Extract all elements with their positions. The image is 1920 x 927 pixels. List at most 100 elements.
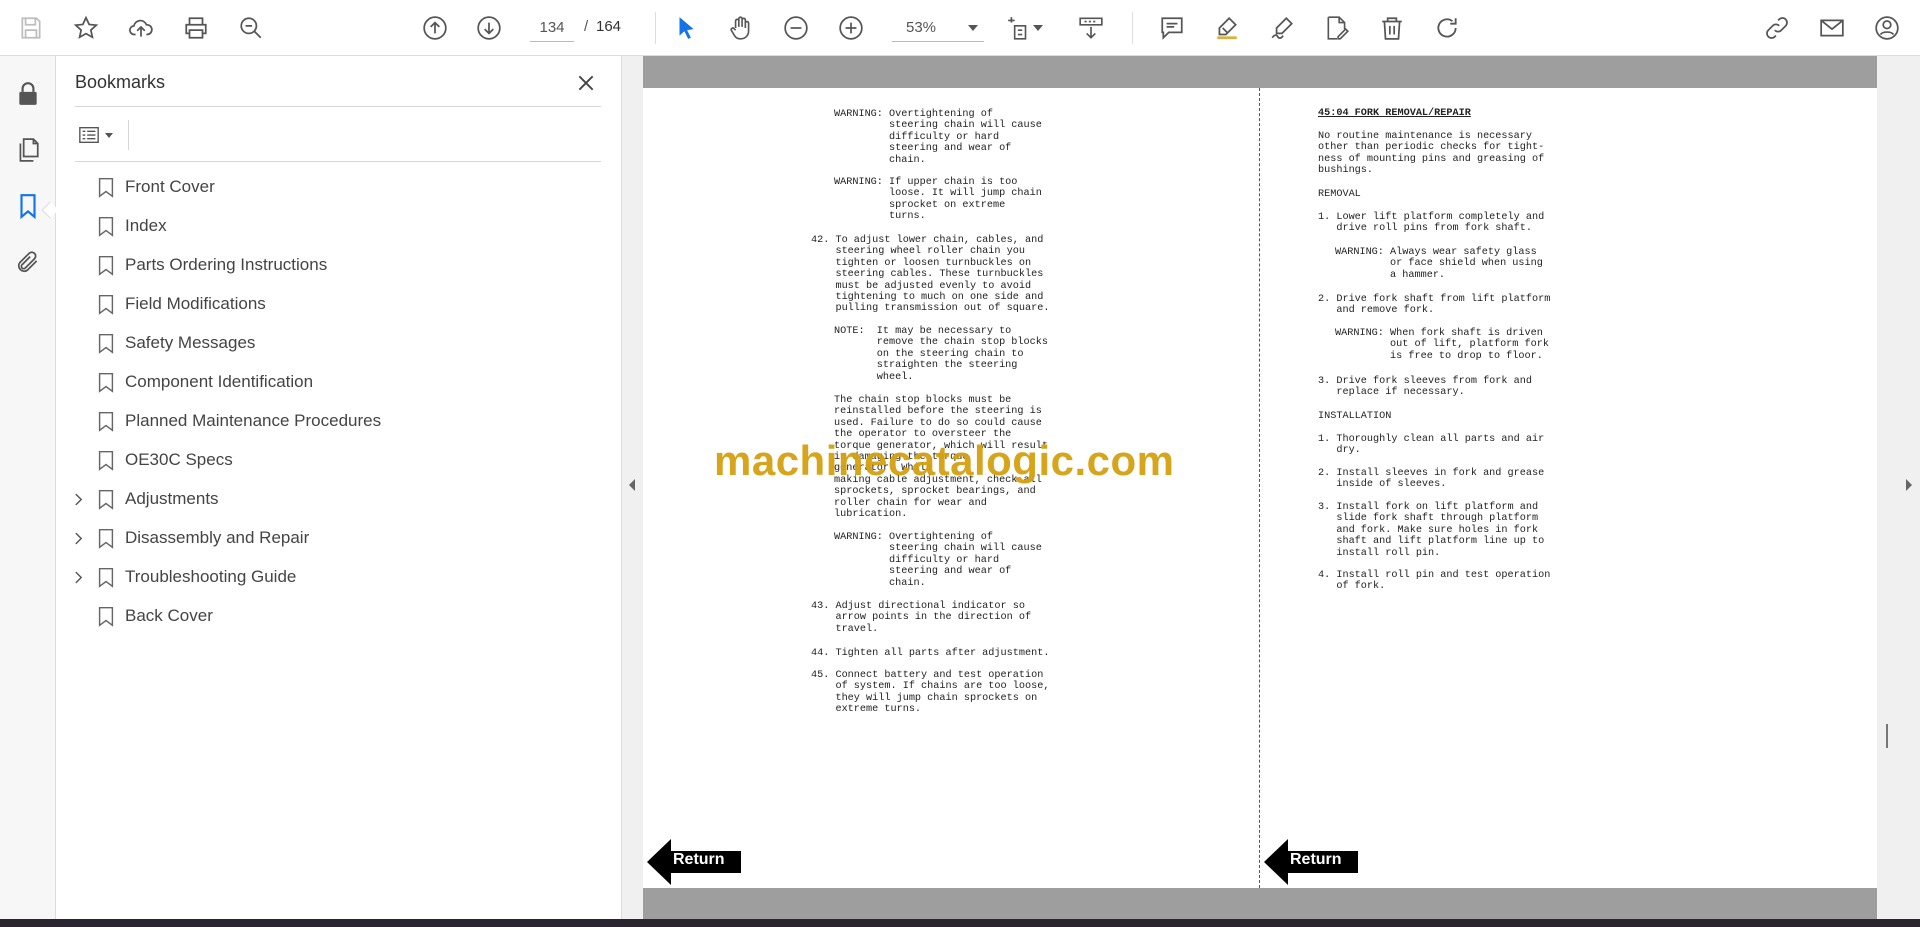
- rotate-icon[interactable]: [1430, 11, 1464, 45]
- bookmark-icon: [96, 487, 116, 511]
- zoom-in-icon[interactable]: [834, 11, 868, 45]
- bookmark-label: Parts Ordering Instructions: [125, 255, 328, 274]
- step-45: 45. Connect battery and test operation o…: [811, 670, 1050, 716]
- select-cursor-icon[interactable]: [669, 11, 703, 45]
- sign-icon[interactable]: [1265, 11, 1299, 45]
- scroll-mode-icon[interactable]: [1074, 11, 1108, 45]
- pages-icon[interactable]: [12, 134, 44, 166]
- share-link-icon[interactable]: [1760, 11, 1794, 45]
- bookmark-label: Index: [125, 216, 167, 235]
- installation-heading: INSTALLATION: [1318, 411, 1392, 422]
- install-step-2: 2. Install sleeves in fork and grease in…: [1318, 468, 1545, 491]
- removal-step-2: 2. Drive fork shaft from lift platform a…: [1318, 294, 1551, 317]
- chevron-right-icon[interactable]: [71, 570, 85, 584]
- bookmark-item-back-cover[interactable]: Back Cover: [56, 601, 616, 631]
- upload-icon[interactable]: [124, 11, 158, 45]
- chevron-down-icon: [968, 24, 978, 31]
- note-text: NOTE: It may be necessary to remove the …: [834, 326, 1048, 383]
- page-separator: /: [584, 18, 589, 35]
- bookmark-icon: [96, 292, 116, 316]
- zoom-out-icon[interactable]: [779, 11, 813, 45]
- bookmark-label: Back Cover: [125, 606, 213, 625]
- bookmark-icon[interactable]: [12, 190, 44, 222]
- save-icon[interactable]: [14, 11, 48, 45]
- taskbar-edge: [0, 919, 1920, 927]
- close-icon[interactable]: [573, 70, 599, 96]
- install-step-3: 3. Install fork on lift platform and sli…: [1318, 502, 1545, 559]
- page-number-input[interactable]: [530, 14, 574, 42]
- watermark-text: machinecatalogic.com: [714, 437, 1175, 484]
- bookmark-item-component-identification[interactable]: Component Identification: [56, 367, 616, 397]
- step-44: 44. Tighten all parts after adjustment.: [811, 648, 1050, 659]
- toolbar-divider: [655, 12, 656, 44]
- search-zoom-icon[interactable]: [234, 11, 268, 45]
- account-icon[interactable]: [1870, 11, 1904, 45]
- expand-right-panel-icon[interactable]: [1905, 478, 1913, 492]
- bookmark-item-field-modifications[interactable]: Field Modifications: [56, 289, 616, 319]
- bookmark-label: Disassembly and Repair: [125, 528, 310, 547]
- toolbar-divider: [1132, 12, 1133, 44]
- bookmark-item-oe30c-specs[interactable]: OE30C Specs: [56, 445, 616, 475]
- next-page-icon[interactable]: [472, 11, 506, 45]
- email-icon[interactable]: [1815, 11, 1849, 45]
- bookmark-label: Field Modifications: [125, 294, 266, 313]
- bookmark-item-disassembly-and-repair[interactable]: Disassembly and Repair: [56, 523, 616, 553]
- hand-tool-icon[interactable]: [724, 11, 758, 45]
- bookmark-label: OE30C Specs: [125, 450, 233, 469]
- removal-heading: REMOVAL: [1318, 189, 1361, 200]
- warning-text: WARNING: Always wear safety glass or fac…: [1335, 247, 1543, 281]
- main-toolbar: / 164 53%: [0, 0, 1920, 56]
- bookmark-icon: [96, 409, 116, 433]
- return-button-right[interactable]: Return: [1264, 839, 1360, 885]
- attachment-icon[interactable]: [12, 246, 44, 278]
- intro-text: No routine maintenance is necessary othe…: [1318, 131, 1545, 177]
- bookmark-icon: [96, 370, 116, 394]
- edit-pdf-icon[interactable]: [1320, 11, 1354, 45]
- page-fit-dropdown-chevron-icon[interactable]: [1030, 11, 1046, 45]
- collapse-left-panel-icon[interactable]: [628, 478, 636, 492]
- page-gap-bottom: [643, 888, 1877, 919]
- bookmark-item-safety-messages[interactable]: Safety Messages: [56, 328, 616, 358]
- bookmark-label: Safety Messages: [125, 333, 256, 352]
- bookmark-label: Planned Maintenance Procedures: [125, 411, 382, 430]
- bookmark-icon: [96, 214, 116, 238]
- previous-page-icon[interactable]: [418, 11, 452, 45]
- chevron-right-icon[interactable]: [71, 492, 85, 506]
- divider: [128, 120, 129, 150]
- bookmark-star-icon[interactable]: [69, 11, 103, 45]
- bookmarks-panel: Bookmarks Front Cover Index Parts Orderi…: [56, 56, 622, 927]
- bookmark-item-troubleshooting-guide[interactable]: Troubleshooting Guide: [56, 562, 616, 592]
- zoom-level-dropdown[interactable]: 53%: [892, 14, 984, 42]
- print-icon[interactable]: [179, 11, 213, 45]
- zoom-level-value: 53%: [906, 19, 937, 36]
- bookmark-label: Troubleshooting Guide: [125, 567, 297, 586]
- section-heading: 45:04 FORK REMOVAL/REPAIR: [1318, 108, 1471, 119]
- list-options-icon: [79, 126, 99, 144]
- bookmark-icon: [96, 253, 116, 277]
- removal-step-3: 3. Drive fork sleeves from fork and repl…: [1318, 376, 1532, 399]
- bookmark-icon: [96, 448, 116, 472]
- bookmark-icon: [96, 604, 116, 628]
- pdf-page-spread: WARNING: Overtightening of steering chai…: [643, 88, 1877, 888]
- bookmark-label: Component Identification: [125, 372, 314, 391]
- bookmark-options-button[interactable]: [75, 120, 121, 150]
- bookmark-item-index[interactable]: Index: [56, 211, 616, 241]
- delete-icon[interactable]: [1375, 11, 1409, 45]
- bookmark-item-planned-maintenance[interactable]: Planned Maintenance Procedures: [56, 406, 616, 436]
- panel-title: Bookmarks: [75, 72, 166, 92]
- bookmark-item-adjustments[interactable]: Adjustments: [56, 484, 616, 514]
- warning-text: WARNING: If upper chain is too loose. It…: [834, 177, 1042, 223]
- scrollbar-thumb[interactable]: [1886, 724, 1888, 748]
- install-step-4: 4. Install roll pin and test operation o…: [1318, 570, 1551, 593]
- highlight-icon[interactable]: [1210, 11, 1244, 45]
- chevron-right-icon[interactable]: [71, 531, 85, 545]
- bookmark-item-front-cover[interactable]: Front Cover: [56, 172, 616, 202]
- install-step-1: 1. Thoroughly clean all parts and air dr…: [1318, 434, 1545, 457]
- step-43: 43. Adjust directional indicator so arro…: [811, 601, 1032, 635]
- bookmark-label: Front Cover: [125, 177, 215, 196]
- page-fold-line: [1259, 88, 1260, 888]
- lock-icon[interactable]: [12, 78, 44, 110]
- bookmark-item-parts-ordering[interactable]: Parts Ordering Instructions: [56, 250, 616, 280]
- return-button-left[interactable]: Return: [647, 839, 743, 885]
- comment-icon[interactable]: [1155, 11, 1189, 45]
